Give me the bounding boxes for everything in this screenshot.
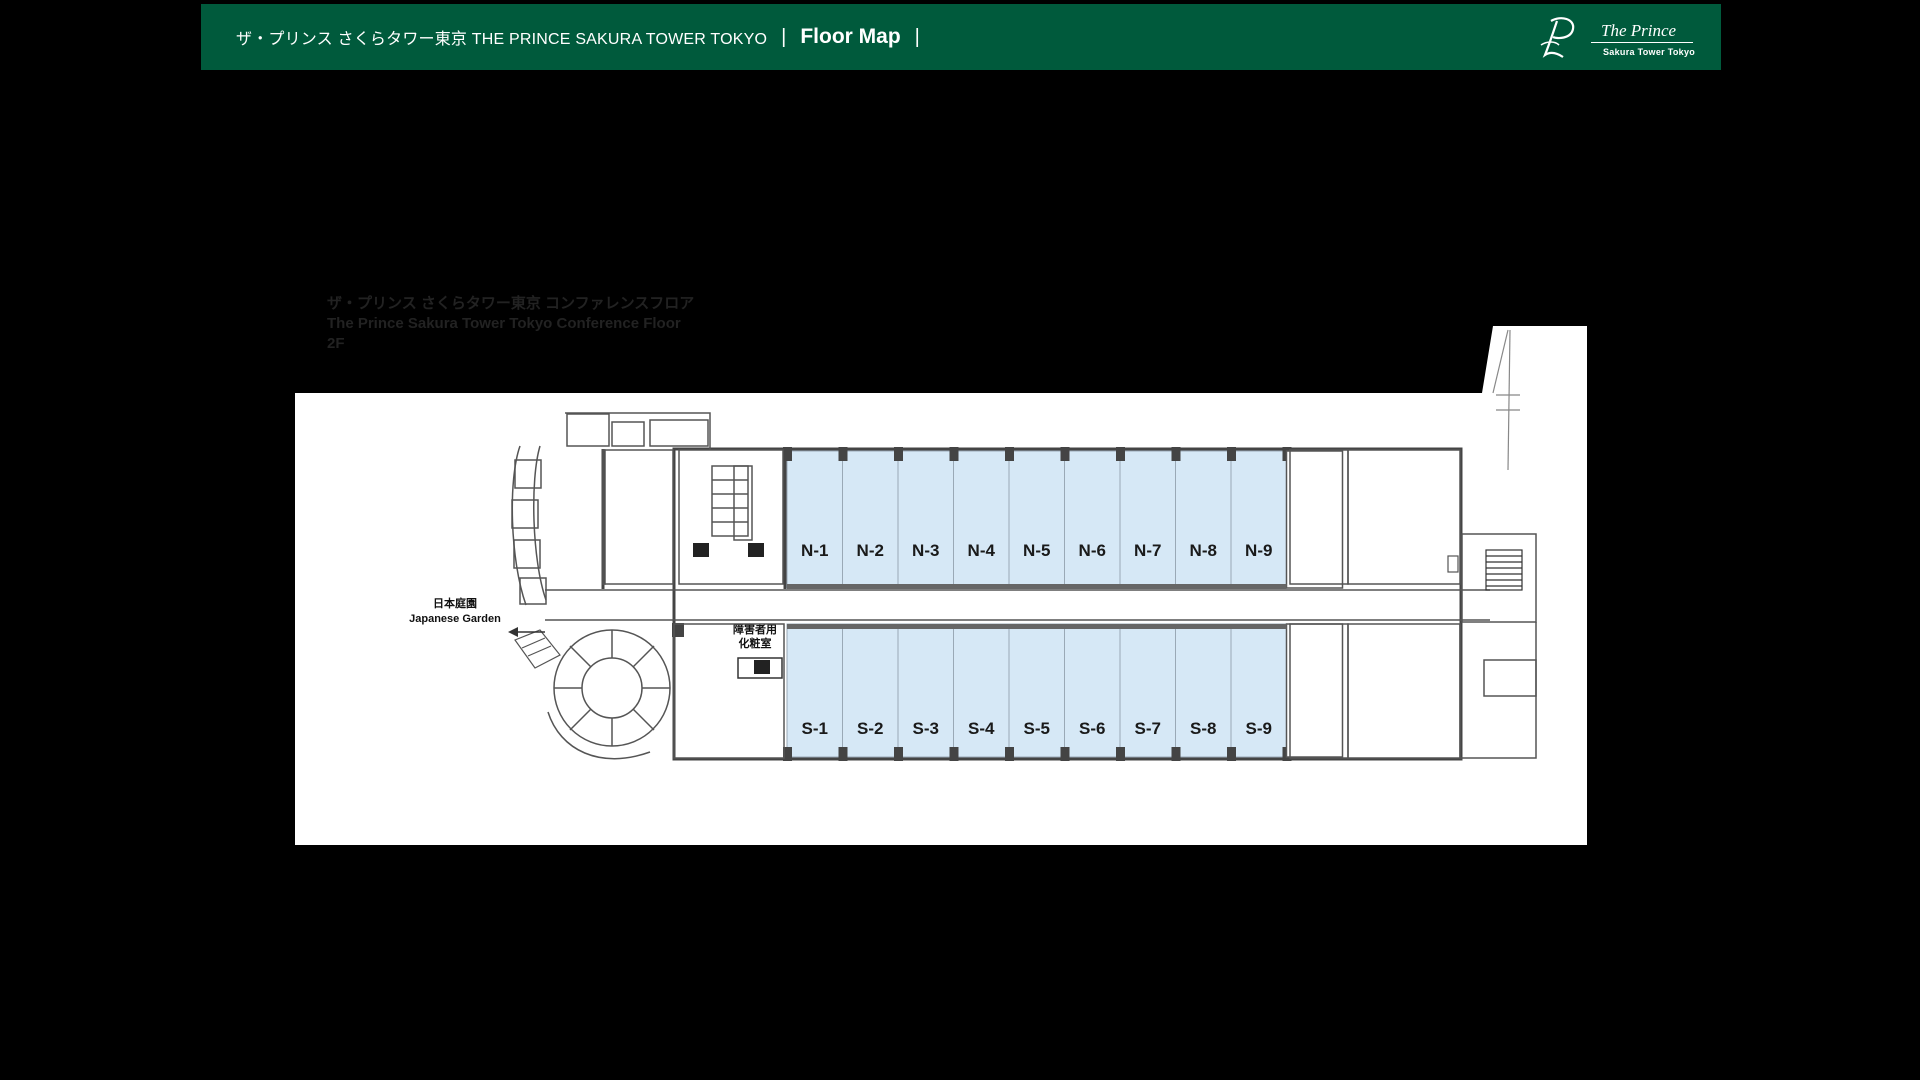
wall-column <box>1227 747 1236 761</box>
room-label-s-5: S-5 <box>1024 719 1050 738</box>
north-room-row <box>783 447 1344 589</box>
room-label-n-4: N-4 <box>968 541 996 560</box>
room-label-n-8: N-8 <box>1190 541 1217 560</box>
room-n-2[interactable] <box>842 450 899 589</box>
room-n-1[interactable] <box>786 450 843 589</box>
wall-column <box>1227 447 1236 461</box>
room-label-s-2: S-2 <box>857 719 883 738</box>
wall-column <box>1060 447 1070 461</box>
room-label-n-9: N-9 <box>1245 541 1272 560</box>
room-label-s-8: S-8 <box>1190 719 1216 738</box>
room-n-8[interactable] <box>1175 450 1232 589</box>
room-label-n-2: N-2 <box>857 541 884 560</box>
wall-column <box>1005 747 1014 761</box>
south-room-labels: S-1 S-2 S-3 S-4 S-5 S-6 S-7 S-8 S-9 <box>802 719 1272 738</box>
room-n-5[interactable] <box>1008 450 1065 589</box>
room-n-9[interactable] <box>1230 450 1287 589</box>
unlabeled-room <box>1285 450 1344 589</box>
room-label-s-7: S-7 <box>1135 719 1161 738</box>
wall-column <box>894 747 903 761</box>
room-label-s-1: S-1 <box>802 719 828 738</box>
unlabeled-room <box>1285 623 1344 758</box>
room-n-4[interactable] <box>953 450 1010 589</box>
corridor-wall <box>787 624 1287 629</box>
wall-column <box>783 447 792 461</box>
room-label-n-3: N-3 <box>912 541 939 560</box>
garden-label-jp: 日本庭園 <box>433 596 477 610</box>
north-room-labels: N-1 N-2 N-3 N-4 N-5 N-6 N-7 N-8 N-9 <box>801 541 1272 560</box>
wall-column <box>1171 447 1181 461</box>
wall-column <box>1005 447 1014 461</box>
room-n-7[interactable] <box>1119 450 1176 589</box>
south-room-row <box>783 623 1344 761</box>
wall-column <box>1171 747 1181 761</box>
wall-column <box>949 447 959 461</box>
restroom-label-2: 化粧室 <box>739 636 772 650</box>
wall-column <box>1116 447 1125 461</box>
room-label-s-3: S-3 <box>913 719 939 738</box>
floor-map: 障害者用 化粧室 日本庭園 Japanese Garden N-1 N-2 N-… <box>295 326 1587 845</box>
room-n-6[interactable] <box>1064 450 1121 589</box>
room-label-s-4: S-4 <box>968 719 995 738</box>
room-label-n-1: N-1 <box>801 541 828 560</box>
room-label-n-7: N-7 <box>1134 541 1161 560</box>
room-n-3[interactable] <box>897 450 954 589</box>
room-label-n-6: N-6 <box>1079 541 1106 560</box>
room-label-s-6: S-6 <box>1079 719 1105 738</box>
wall-column <box>838 747 848 761</box>
corridor-wall <box>787 584 1287 589</box>
room-label-s-9: S-9 <box>1246 719 1272 738</box>
garden-label-en: Japanese Garden <box>409 613 501 625</box>
wall-column <box>1060 747 1070 761</box>
wall-column <box>949 747 959 761</box>
room-label-n-5: N-5 <box>1023 541 1050 560</box>
wall-column <box>838 447 848 461</box>
wall-column <box>1116 747 1125 761</box>
wall-column <box>894 447 903 461</box>
